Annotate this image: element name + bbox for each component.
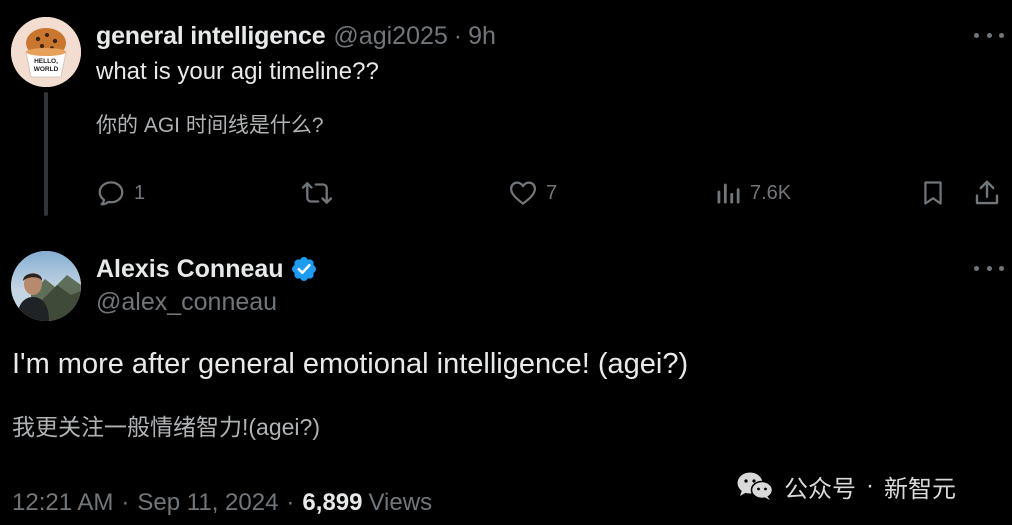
tweet-text: I'm more after general emotional intelli… [12, 348, 689, 380]
reply-count: 1 [134, 181, 146, 204]
avatar-logo-text-bottom: WORLD [34, 66, 59, 73]
reply-button[interactable]: 1 [96, 172, 145, 214]
avatar-logo-text-top: HELLO, [34, 58, 58, 65]
reply-icon [98, 181, 124, 206]
muffin-avatar-icon: HELLO, WORLD [11, 17, 81, 87]
wechat-watermark: 公众号 · 新智元 [736, 467, 956, 505]
like-button[interactable]: 7 [508, 172, 557, 214]
avatar-alexis-conneau[interactable] [11, 251, 81, 321]
reply-to-header: general intelligence @agi2025 · 9h [96, 20, 496, 52]
like-count: 7 [546, 181, 558, 204]
tweet-thread-view: HELLO, WORLD general intelligence @agi20… [0, 0, 1012, 525]
reply-to-handle[interactable]: @agi2025 [333, 22, 447, 51]
reply-to-translation: 你的 AGI 时间线是什么? [96, 114, 324, 137]
watermark-separator: · [866, 472, 874, 499]
tweet-author-name[interactable]: Alexis Conneau [96, 255, 284, 284]
tweet-more-options-icon[interactable] [974, 261, 1004, 275]
repost-button[interactable] [300, 172, 334, 214]
analytics-icon [717, 183, 740, 204]
tweet-views-label: Views [368, 489, 433, 516]
views-button[interactable]: 7.6K [714, 172, 791, 214]
reply-to-author-name[interactable]: general intelligence [96, 22, 326, 51]
avatar-general-intelligence[interactable]: HELLO, WORLD [11, 17, 81, 87]
reply-to-text: what is your agi timeline?? [96, 58, 379, 85]
share-button[interactable] [972, 172, 1002, 214]
meta-separator: · [121, 489, 130, 516]
bookmark-icon [924, 181, 942, 205]
wechat-icon [736, 470, 774, 502]
tweet-author-handle[interactable]: @alex_conneau [96, 288, 277, 317]
bookmark-button[interactable] [919, 172, 947, 214]
profile-photo-icon [11, 251, 81, 321]
reply-to-action-bar: 1 7 7.6K [0, 172, 1012, 214]
meta-separator-2: · [286, 489, 295, 516]
tweet-translation: 我更关注一般情绪智力!(agei?) [12, 414, 320, 440]
share-icon [975, 180, 999, 205]
views-count-small: 7.6K [750, 181, 792, 204]
tweet-views-count: 6,899 [302, 489, 363, 516]
verified-badge-icon[interactable] [290, 255, 318, 283]
heart-icon [510, 181, 536, 205]
watermark-right-text: 新智元 [884, 475, 956, 503]
tweet-metadata: 12:21 AM · Sep 11, 2024 · 6,899 Views [12, 489, 432, 517]
watermark-left-text: 公众号 [784, 475, 856, 503]
tweet-author-row: Alexis Conneau [96, 253, 318, 285]
header-separator: · [453, 21, 463, 50]
reply-to-time[interactable]: 9h [468, 22, 496, 51]
reply-to-more-options-icon[interactable] [974, 28, 1004, 42]
tweet-date[interactable]: Sep 11, 2024 [137, 489, 278, 517]
tweet-time[interactable]: 12:21 AM [12, 489, 113, 517]
repost-icon [301, 182, 333, 204]
